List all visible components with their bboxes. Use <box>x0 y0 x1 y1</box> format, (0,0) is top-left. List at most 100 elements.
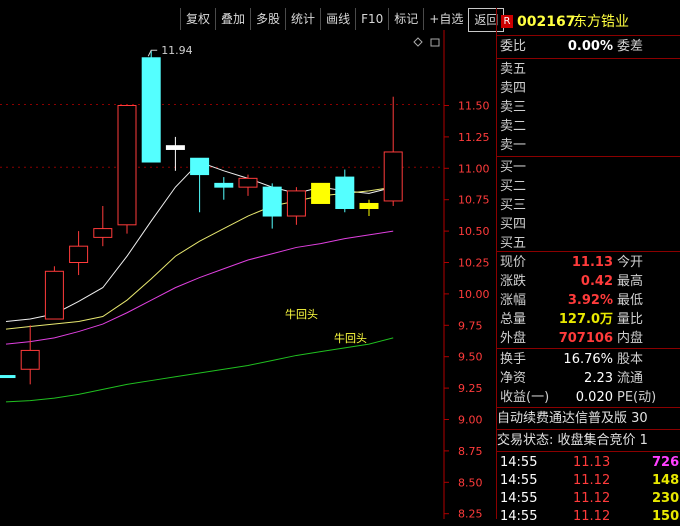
trade-price: 11.13 <box>573 455 611 470</box>
price-tick-label: 9.25 <box>458 382 483 395</box>
quote-row: 涨幅 3.92% 最低 <box>497 291 680 310</box>
price-tick-label: 10.25 <box>458 257 490 270</box>
price-tick-label: 10.00 <box>458 288 490 301</box>
candle-body <box>69 245 89 263</box>
fin-row: 净资 2.23 流通 <box>497 369 680 388</box>
divider <box>497 407 680 408</box>
sell-level-label: 卖二 <box>500 119 527 134</box>
buy-level-label: 买三 <box>500 198 527 213</box>
trade-time: 14:55 <box>500 509 538 524</box>
fin-value: 16.76% <box>563 352 613 367</box>
candle-body <box>238 177 258 188</box>
overlay-button[interactable]: 叠加 <box>215 8 250 30</box>
divider <box>497 429 680 430</box>
quote-label-2: 内盘 <box>617 331 644 346</box>
price-tick-label: 10.75 <box>458 194 490 207</box>
quote-label: 外盘 <box>500 331 527 346</box>
fin-row: 收益(一) 0.020 PE(动) <box>497 388 680 407</box>
divider <box>497 348 680 349</box>
divider <box>497 35 680 36</box>
restore-rights-button[interactable]: 复权 <box>180 8 215 30</box>
buy-level-label: 买四 <box>500 217 527 232</box>
candle-body <box>141 57 161 163</box>
statistics-button[interactable]: 统计 <box>285 8 320 30</box>
stock-name: 东方锆业 <box>573 14 629 30</box>
candle-body <box>311 182 331 204</box>
quote-value: 707106 <box>558 331 613 346</box>
price-axis: 11.50 11.25 11.00 10.75 10.50 10.25 10.00 9.75 9… <box>443 30 490 519</box>
price-tick-label: 11.25 <box>458 131 490 144</box>
quote-label-2: 量比 <box>617 312 644 327</box>
multi-stock-button[interactable]: 多股 <box>250 8 285 30</box>
quote-value: 11.13 <box>571 255 613 270</box>
quote-value: 127.0万 <box>558 312 613 327</box>
tick-trade-row: 14:55 11.12 150 <box>497 507 680 526</box>
buy-level-label: 买一 <box>500 160 527 175</box>
candle-body <box>214 182 234 188</box>
divider <box>497 251 680 252</box>
tick-trade-row: 14:55 11.12 230 <box>497 489 680 508</box>
candle-body <box>117 105 137 226</box>
mark-button[interactable]: 标记 <box>388 8 423 30</box>
sell-level-label: 卖五 <box>500 62 527 77</box>
quote-label-2: 最低 <box>617 293 644 308</box>
chart-toolbar: 复权 叠加 多股 统计 画线 F10 标记 +自选 返回 <box>180 8 505 32</box>
add-watchlist-button[interactable]: +自选 <box>423 8 468 30</box>
trade-time: 14:55 <box>500 455 538 470</box>
quote-label: 涨幅 <box>500 293 527 308</box>
trade-price: 11.12 <box>573 509 611 524</box>
price-tick-label: 9.50 <box>458 351 483 364</box>
fin-row: 换手 16.76% 股本 <box>497 350 680 369</box>
buy-level-row: 买二 <box>497 177 680 196</box>
subscription-ad[interactable]: 自动续费通达信普及版 30 <box>497 409 680 428</box>
trade-price: 11.12 <box>573 491 611 506</box>
quote-value: 0.42 <box>580 274 613 289</box>
draw-line-button[interactable]: 画线 <box>320 8 355 30</box>
ma-line-magenta <box>5 230 394 345</box>
quote-row: 总量 127.0万 量比 <box>497 310 680 329</box>
candle-body <box>44 270 64 320</box>
candle-body <box>0 375 16 379</box>
r-badge: R <box>501 15 513 28</box>
divider <box>497 58 680 59</box>
price-tick-label: 8.50 <box>458 476 483 489</box>
sell-level-row: 卖一 <box>497 136 680 155</box>
quote-label-2: 最高 <box>617 274 644 289</box>
buy-level-row: 买四 <box>497 215 680 234</box>
trade-volume: 230 <box>652 491 680 506</box>
diamond-icon <box>413 37 423 47</box>
sell-level-label: 卖四 <box>500 81 527 96</box>
trade-volume: 150 <box>652 509 680 524</box>
divider <box>497 451 680 452</box>
candle-body <box>359 202 379 209</box>
sell-level-label: 卖三 <box>500 100 527 115</box>
buy-level-row: 买三 <box>497 196 680 215</box>
price-tick-label: 11.50 <box>458 100 490 113</box>
quote-label: 现价 <box>500 255 527 270</box>
f10-button[interactable]: F10 <box>355 8 388 30</box>
candle-body <box>262 186 282 217</box>
pattern-annotation: 牛回头 <box>334 332 367 345</box>
price-tick-label: 8.75 <box>458 445 483 458</box>
sell-level-row: 卖二 <box>497 117 680 136</box>
candle-body <box>20 349 40 370</box>
quote-row: 外盘 707106 内盘 <box>497 329 680 348</box>
quote-label: 总量 <box>500 312 527 327</box>
fin-label-2: PE(动) <box>617 390 657 405</box>
high-marker-arrow <box>147 49 158 57</box>
trade-time: 14:55 <box>500 473 538 488</box>
chart-corner-icons <box>413 37 440 47</box>
candle-body <box>165 145 185 150</box>
pattern-annotation: 牛回头 <box>285 308 318 321</box>
stock-code: 002167 <box>517 14 576 30</box>
candle-body <box>335 176 355 209</box>
quote-row: 涨跌 0.42 最高 <box>497 272 680 291</box>
buy-level-row: 买一 <box>497 158 680 177</box>
fin-value: 2.23 <box>584 371 613 386</box>
kline-chart[interactable]: 11.94 11.50 11.25 11.00 10.75 10.50 10.25 10.0… <box>0 30 496 519</box>
weibi-row: 委比 0.00% 委差 <box>497 37 680 56</box>
price-tick-label: 8.25 <box>458 508 483 519</box>
candle-body <box>286 190 306 217</box>
weibi-value: 0.00% <box>567 39 613 54</box>
price-tick-label: 9.00 <box>458 414 483 427</box>
